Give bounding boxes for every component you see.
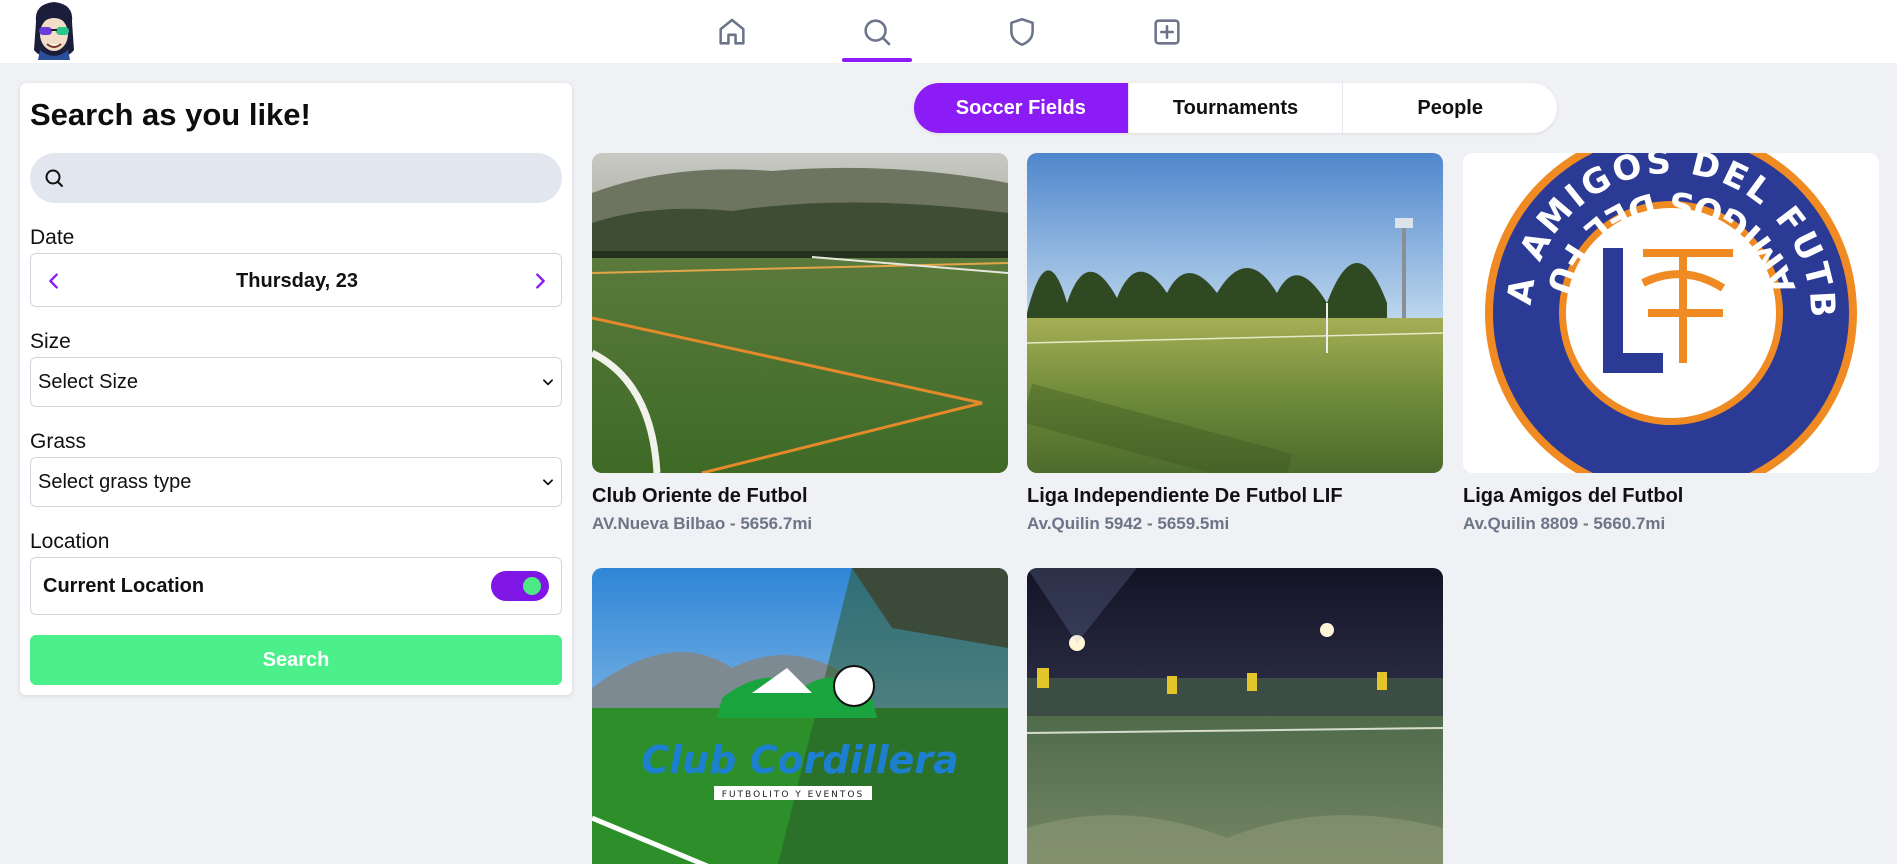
add-icon (1154, 18, 1180, 45)
field-photo (1027, 568, 1443, 864)
field-photo: LIGA AMIGOS DEL FUTBOL LIGA AMIGOS DEL F… (1463, 153, 1879, 473)
tab-soccer-fields[interactable]: Soccer Fields (914, 83, 1129, 133)
club-cordillera-subtitle: FUTBOLITO Y EVENTOS (722, 790, 864, 800)
tab-tournaments[interactable]: Tournaments (1129, 83, 1344, 133)
chevron-right-icon (536, 273, 545, 289)
location-label: Location (30, 530, 110, 553)
field-card[interactable] (1027, 568, 1443, 864)
search-button[interactable]: Search (30, 635, 562, 685)
size-select[interactable]: Select Size (30, 357, 562, 407)
date-label: Date (30, 226, 75, 249)
shield-icon (1010, 17, 1034, 46)
selected-date: Thursday, 23 (236, 270, 358, 292)
date-picker: Thursday, 23 (30, 253, 562, 307)
field-name: Liga Amigos del Futbol (1463, 485, 1684, 507)
nav-search[interactable] (841, 0, 913, 63)
size-label: Size (30, 330, 71, 353)
field-address: AV.Nueva Bilbao - 5656.7mi (592, 514, 813, 533)
size-select-value: Select Size (38, 371, 139, 393)
chevron-down-icon (543, 379, 553, 386)
search-field[interactable] (30, 153, 562, 203)
field-photo (1027, 153, 1443, 473)
field-name: Liga Independiente De Futbol LIF (1027, 485, 1343, 507)
next-date-button[interactable] (517, 254, 563, 308)
top-navigation-bar (0, 0, 1897, 63)
user-avatar[interactable] (28, 0, 80, 60)
field-card[interactable]: LIGA AMIGOS DEL FUTBOL LIGA AMIGOS DEL F… (1463, 153, 1879, 534)
filter-panel: Search as you like! Date Thursday, 23 Si… (20, 83, 572, 695)
search-icon (864, 18, 891, 45)
chevron-down-icon (543, 479, 553, 486)
grass-select[interactable]: Select grass type (30, 457, 562, 507)
current-location-toggle[interactable] (491, 571, 549, 601)
tab-people[interactable]: People (1343, 83, 1557, 133)
nav-shield[interactable] (986, 0, 1058, 63)
category-tabs: Soccer Fields Tournaments People (914, 83, 1557, 133)
search-input[interactable] (76, 161, 546, 195)
grass-label: Grass (30, 430, 87, 453)
panel-title: Search as you like! (30, 97, 311, 132)
field-name: Club Oriente de Futbol (592, 485, 808, 507)
current-location-label: Current Location (43, 575, 205, 597)
field-photo (592, 153, 1008, 473)
field-address: Av.Quilin 5942 - 5659.5mi (1027, 514, 1230, 533)
previous-date-button[interactable] (31, 254, 77, 308)
field-card[interactable]: Club Cordillera FUTBOLITO Y EVENTOS (592, 568, 1008, 864)
grass-select-value: Select grass type (38, 471, 192, 493)
nav-home[interactable] (696, 0, 768, 63)
toggle-knob (523, 577, 541, 595)
field-card[interactable]: Liga Independiente De Futbol LIF Av.Quil… (1027, 153, 1443, 534)
chevron-left-icon (49, 273, 58, 289)
field-address: Av.Quilin 8809 - 5660.7mi (1463, 514, 1666, 533)
nav-add[interactable] (1131, 0, 1203, 63)
active-tab-indicator (842, 58, 912, 62)
field-photo: Club Cordillera FUTBOLITO Y EVENTOS (592, 568, 1008, 864)
home-icon (719, 18, 745, 45)
location-option: Current Location (30, 557, 562, 615)
club-cordillera-logo-text: Club Cordillera (641, 738, 959, 782)
search-icon (45, 169, 63, 187)
field-card[interactable]: Club Oriente de Futbol AV.Nueva Bilbao -… (592, 153, 1008, 534)
